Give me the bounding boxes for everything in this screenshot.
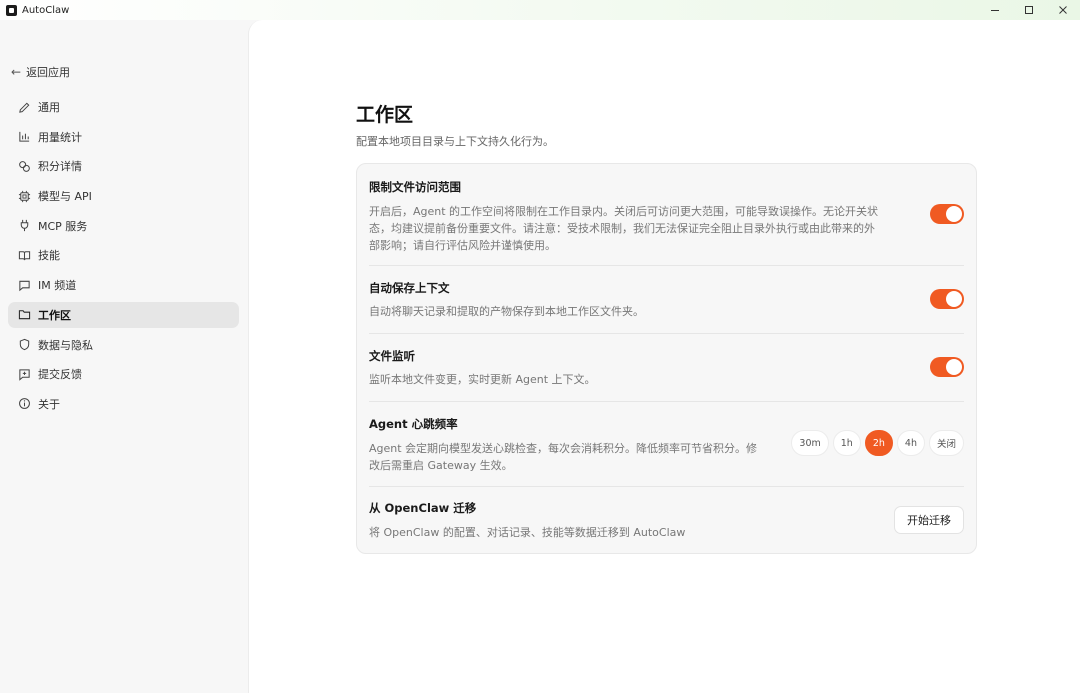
sidebar-item-label: 提交反馈	[38, 368, 82, 382]
sidebar-item-label: IM 频道	[38, 279, 77, 293]
minimize-button[interactable]	[978, 0, 1012, 20]
frequency-option-1h[interactable]: 1h	[832, 430, 861, 456]
setting-title: 从 OpenClaw 迁移	[369, 501, 477, 515]
setting-title: 限制文件访问范围	[369, 180, 461, 194]
sidebar-item-label: 关于	[38, 397, 60, 411]
sidebar: ← 返回应用 通用 用量统计 积分详情 模型与 API MCP 服务 技能 IM…	[0, 20, 248, 693]
sidebar-item-skills[interactable]: 技能	[8, 242, 239, 268]
frequency-option-2h[interactable]: 2h	[864, 430, 893, 456]
sidebar-item-general[interactable]: 通用	[8, 94, 239, 120]
setting-migrate-openclaw: 从 OpenClaw 迁移 将 OpenClaw 的配置、对话记录、技能等数据迁…	[357, 486, 976, 554]
sidebar-item-label: 技能	[38, 249, 60, 263]
sidebar-item-label: 通用	[38, 101, 60, 114]
folder-icon	[18, 308, 31, 321]
sidebar-item-privacy[interactable]: 数据与隐私	[8, 332, 239, 358]
plug-icon	[18, 219, 31, 232]
heartbeat-frequency-selector: 30m 1h 2h 4h 关闭	[787, 430, 964, 456]
description-line: Agent 会定期向模型发送心跳检查，每次会消耗积分。降低频率可节省积分。修	[369, 442, 758, 455]
setting-description: 开启后，Agent 的工作空间将限制在工作目录内。关闭后可访问更大范围，可能导致…	[369, 203, 909, 254]
file-watch-toggle[interactable]	[930, 357, 964, 377]
maximize-button[interactable]	[1012, 0, 1046, 20]
sidebar-item-workspace[interactable]: 工作区	[8, 301, 239, 328]
close-button[interactable]	[1046, 0, 1080, 20]
sidebar-item-label: 工作区	[38, 308, 71, 322]
setting-heartbeat-frequency: Agent 心跳频率 Agent 会定期向模型发送心跳检查，每次会消耗积分。降低…	[357, 401, 976, 486]
description-line: 开启后，Agent 的工作空间将限制在工作目录内。关闭后可访问更大范围，可能导致…	[369, 205, 879, 218]
main-panel: 工作区 配置本地项目目录与上下文持久化行为。 限制文件访问范围 开启后，Agen…	[248, 20, 1080, 693]
setting-autosave-context: 自动保存上下文 自动将聊天记录和提取的产物保存到本地工作区文件夹。	[357, 265, 976, 333]
sidebar-item-label: 数据与隐私	[38, 338, 93, 352]
restrict-access-toggle[interactable]	[930, 204, 964, 224]
chip-icon	[18, 190, 31, 203]
settings-nav: 通用 用量统计 积分详情 模型与 API MCP 服务 技能 IM 频道 工作区…	[8, 94, 239, 421]
sidebar-item-mcp[interactable]: MCP 服务	[8, 213, 239, 239]
back-label: 返回应用	[26, 66, 71, 79]
frequency-option-off[interactable]: 关闭	[928, 430, 964, 456]
sidebar-item-credits[interactable]: 积分详情	[8, 153, 239, 179]
page-subtitle: 配置本地项目目录与上下文持久化行为。	[356, 135, 554, 148]
frequency-option-4h[interactable]: 4h	[896, 430, 925, 456]
sidebar-item-models[interactable]: 模型与 API	[8, 183, 239, 209]
setting-description: 自动将聊天记录和提取的产物保存到本地工作区文件夹。	[369, 305, 644, 318]
page-title: 工作区	[356, 104, 414, 126]
minimize-icon	[991, 10, 999, 11]
description-line: 部影响；请自行评估风险并谨慎使用。	[369, 239, 556, 252]
start-migration-button[interactable]: 开始迁移	[894, 506, 964, 534]
sidebar-item-about[interactable]: 关于	[8, 391, 239, 417]
setting-title: 文件监听	[369, 349, 415, 363]
book-icon	[18, 249, 31, 262]
arrow-left-icon: ←	[11, 65, 22, 79]
window-controls	[978, 0, 1080, 20]
frequency-option-30m[interactable]: 30m	[791, 430, 829, 456]
app-logo-icon	[6, 4, 17, 16]
sidebar-item-label: 用量统计	[38, 130, 82, 144]
maximize-icon	[1025, 6, 1033, 14]
setting-title: Agent 心跳频率	[369, 417, 458, 431]
feedback-icon	[18, 368, 31, 381]
sidebar-item-im[interactable]: IM 频道	[8, 272, 239, 298]
setting-description: Agent 会定期向模型发送心跳检查，每次会消耗积分。降低频率可节省积分。修 改…	[369, 440, 789, 474]
autosave-toggle[interactable]	[930, 289, 964, 309]
sidebar-item-feedback[interactable]: 提交反馈	[8, 361, 239, 387]
description-line: 改后需重启 Gateway 生效。	[369, 459, 513, 472]
shield-icon	[18, 338, 31, 351]
setting-description: 将 OpenClaw 的配置、对话记录、技能等数据迁移到 AutoClaw	[369, 526, 686, 539]
window-title: AutoClaw	[22, 4, 70, 16]
chat-icon	[18, 279, 31, 292]
sidebar-item-label: 模型与 API	[38, 190, 92, 204]
sidebar-item-usage[interactable]: 用量统计	[8, 124, 239, 150]
coins-icon	[18, 160, 31, 173]
pencil-icon	[18, 101, 31, 114]
close-icon	[1059, 6, 1067, 14]
sidebar-item-label: MCP 服务	[38, 219, 88, 233]
settings-card: 限制文件访问范围 开启后，Agent 的工作空间将限制在工作目录内。关闭后可访问…	[356, 163, 977, 554]
setting-restrict-file-access: 限制文件访问范围 开启后，Agent 的工作空间将限制在工作目录内。关闭后可访问…	[357, 164, 976, 265]
setting-title: 自动保存上下文	[369, 281, 450, 295]
title-bar: AutoClaw	[0, 0, 1080, 20]
description-line: 态，均建议提前备份重要文件。请注意：受技术限制，我们无法保证完全阻止目录外执行或…	[369, 222, 875, 235]
setting-description: 监听本地文件变更，实时更新 Agent 上下文。	[369, 373, 596, 386]
info-icon	[18, 397, 31, 410]
back-to-app-link[interactable]: ← 返回应用	[11, 64, 70, 80]
bar-chart-icon	[18, 130, 31, 143]
setting-file-watch: 文件监听 监听本地文件变更，实时更新 Agent 上下文。	[357, 333, 976, 401]
sidebar-item-label: 积分详情	[38, 160, 82, 174]
